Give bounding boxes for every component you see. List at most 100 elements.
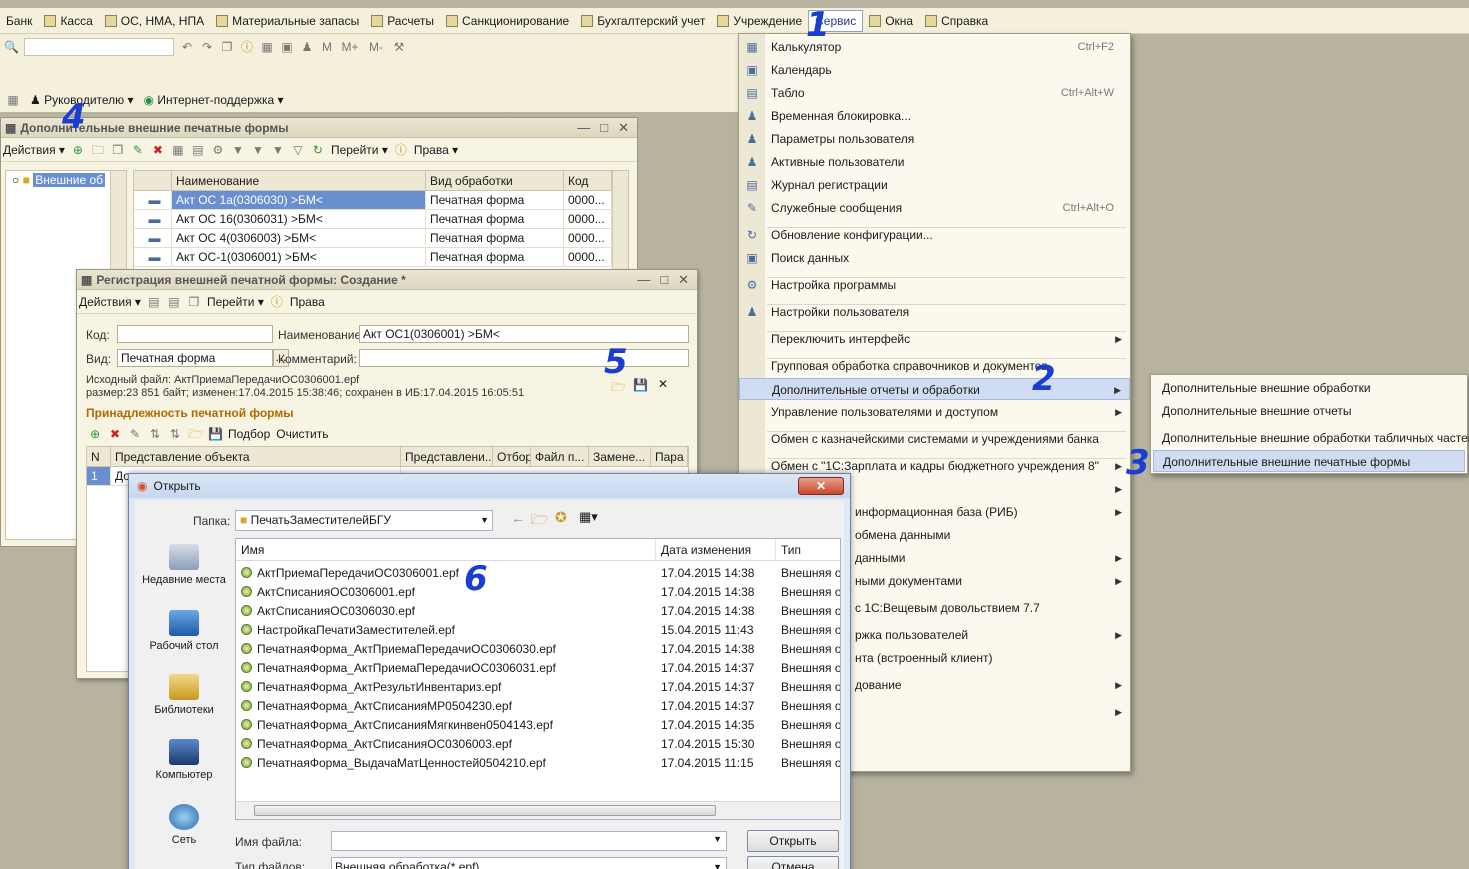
submenu-item-0[interactable]: Дополнительные внешние обработки — [1153, 377, 1465, 399]
help-icon[interactable]: ⓘ — [270, 295, 284, 309]
add-icon[interactable]: ⊕ — [88, 427, 102, 441]
help-icon[interactable]: ⓘ — [394, 143, 408, 157]
rights-button[interactable]: Права — [290, 295, 325, 309]
service-partial-item-7[interactable]: нта (встроенный клиент) — [849, 647, 1130, 669]
file-row[interactable]: НастройкаПечатиЗаместителей.epf 15.04.201… — [236, 621, 840, 640]
file-row[interactable]: ПечатнаяФорма_АктСписанияОС0306003.epf 17… — [236, 735, 840, 754]
memory-mplus-icon[interactable]: M+ — [340, 40, 360, 54]
calculator-icon[interactable]: ▦ — [260, 40, 274, 54]
file-row[interactable]: АктСписанияОС0306001.epf 17.04.2015 14:38… — [236, 583, 840, 602]
menu-3[interactable]: Материальные запасы — [210, 10, 365, 32]
service-item-14[interactable]: Дополнительные отчеты и обработки ▶ — [739, 378, 1130, 400]
search-combo[interactable] — [24, 38, 174, 56]
save-record-icon[interactable]: ▤ — [147, 295, 161, 309]
menu-7[interactable]: Учреждение — [711, 10, 808, 32]
close-icon[interactable]: ✕ — [618, 120, 629, 136]
clear-filter-icon[interactable]: ▽ — [291, 143, 305, 157]
menu-10[interactable]: Справка — [919, 10, 994, 32]
maximize-icon[interactable]: □ — [600, 120, 608, 136]
delete-icon[interactable]: ✖ — [151, 143, 165, 157]
support-button[interactable]: ◉ Интернет-поддержка ▾ — [144, 93, 284, 107]
service-item-11[interactable]: Настройки пользователя — [765, 301, 1130, 323]
goto-menu[interactable]: Перейти ▾ — [207, 295, 264, 309]
minimize-icon[interactable]: — — [577, 120, 590, 136]
delete-icon[interactable]: ✖ — [108, 427, 122, 441]
open-button[interactable]: Открыть — [747, 830, 839, 852]
col-param[interactable]: Пара — [651, 447, 688, 466]
service-item-4[interactable]: Параметры пользователя — [765, 128, 1130, 150]
col-type[interactable]: Тип — [776, 539, 840, 560]
goto-menu[interactable]: Перейти ▾ — [331, 143, 388, 157]
forward-icon[interactable]: ↷ — [200, 40, 214, 54]
copy-item-icon[interactable]: ❐ — [111, 143, 125, 157]
save-file-icon[interactable]: 💾 — [633, 378, 648, 392]
panel-icon[interactable]: ▦ — [6, 93, 20, 107]
menu-6[interactable]: Бухгалтерский учет — [575, 10, 711, 32]
file-row[interactable]: ПечатнаяФорма_ВыдачаМатЦенностей0504210.… — [236, 754, 840, 773]
cancel-button[interactable]: Отмена — [747, 856, 839, 869]
col-filename[interactable]: Имя — [236, 539, 656, 560]
filetype-select[interactable]: Внешняя обработка(*.epf) ▼ — [331, 857, 727, 869]
open-file-icon[interactable]: 🗁 — [188, 427, 203, 441]
file-row[interactable]: АктСписанияОС0306030.epf 17.04.2015 14:38… — [236, 602, 840, 621]
move-icon[interactable]: ⚙ — [211, 143, 225, 157]
service-item-12[interactable]: Переключить интерфейс ▶ — [765, 328, 1130, 350]
calendar-icon[interactable]: ▣ — [280, 40, 294, 54]
file-row[interactable]: ПечатнаяФорма_АктСписанияМР0504230.epf 17… — [236, 697, 840, 716]
horizontal-scrollbar[interactable] — [236, 801, 840, 819]
new-folder-icon[interactable]: ✪ — [555, 509, 567, 526]
edit-icon[interactable]: ✎ — [128, 427, 142, 441]
filter-icon[interactable]: ▼ — [231, 143, 245, 157]
col-date[interactable]: Дата изменения — [656, 539, 776, 560]
save-file-icon[interactable]: 💾 — [208, 427, 223, 441]
table-row[interactable]: ▬ Акт ОС 1а(0306030) >БМ< Печатная форма 00… — [134, 191, 628, 210]
service-item-3[interactable]: Временная блокировка... — [765, 105, 1130, 127]
tools-icon[interactable]: ⚒ — [392, 40, 406, 54]
col-filter[interactable]: Отбор — [493, 447, 531, 466]
service-item-8[interactable]: Обновление конфигурации... — [765, 224, 1130, 246]
back-icon[interactable]: ↶ — [180, 40, 194, 54]
service-item-10[interactable]: Настройка программы — [765, 274, 1130, 296]
service-partial-item-0[interactable]: ▶ — [849, 478, 1130, 500]
place-recent[interactable]: Недавние места — [139, 544, 229, 587]
memory-m-icon[interactable]: M — [320, 40, 334, 54]
file-row[interactable]: ПечатнаяФорма_АктСписанияМягкинвен050414… — [236, 716, 840, 735]
hierarchy-icon[interactable]: ▦ — [171, 143, 185, 157]
copy-item-icon[interactable]: ❐ — [187, 295, 201, 309]
service-item-5[interactable]: Активные пользователи — [765, 151, 1130, 173]
memory-mminus-icon[interactable]: M- — [366, 40, 386, 54]
kind-field[interactable]: Печатная форма — [117, 349, 273, 367]
tree-item[interactable]: ○ ■ Внешние об — [6, 171, 126, 190]
table-row[interactable]: ▬ Акт ОС 4(0306003) >БМ< Печатная форма 000… — [134, 229, 628, 248]
actions-menu[interactable]: Действия ▾ — [79, 295, 141, 309]
refresh-icon[interactable]: ↻ — [311, 143, 325, 157]
place-network[interactable]: Сеть — [139, 804, 229, 847]
comment-field[interactable] — [359, 349, 689, 367]
menu-5[interactable]: Санкционирование — [440, 10, 575, 32]
service-item-9[interactable]: Поиск данных — [765, 247, 1130, 269]
service-partial-item-9[interactable]: ▶ — [849, 701, 1130, 723]
menu-2[interactable]: ОС, НМА, НПА — [99, 10, 210, 32]
service-partial-item-2[interactable]: обмена данными — [849, 524, 1130, 546]
place-computer[interactable]: Компьютер — [139, 739, 229, 782]
menu-9[interactable]: Окна — [863, 10, 919, 32]
folder-combo[interactable]: ■ ПечатьЗаместителейБГУ ▼ — [235, 510, 493, 531]
service-partial-item-3[interactable]: данными ▶ — [849, 547, 1130, 569]
filter-list-icon[interactable]: ▼ — [271, 143, 285, 157]
copy-icon[interactable]: ❐ — [220, 40, 234, 54]
add-folder-icon[interactable]: 🗀 — [91, 143, 105, 157]
info-icon[interactable]: ⓘ — [240, 40, 254, 54]
menu-4[interactable]: Расчеты — [365, 10, 440, 32]
sort-desc-icon[interactable]: ⇅ — [168, 427, 182, 441]
minimize-icon[interactable]: — — [637, 272, 650, 288]
tree-icon[interactable]: ▤ — [191, 143, 205, 157]
submenu-item-2[interactable]: Дополнительные внешние обработки табличн… — [1153, 427, 1469, 449]
users-icon[interactable]: ♟ — [300, 40, 314, 54]
service-item-15[interactable]: Управление пользователями и доступом ▶ — [765, 401, 1130, 423]
col-object[interactable]: Представление объекта — [111, 447, 401, 466]
actions-menu[interactable]: Действия ▾ — [3, 143, 65, 157]
filename-input[interactable]: ▼ — [331, 831, 727, 851]
edit-icon[interactable]: ✎ — [131, 143, 145, 157]
close-icon[interactable]: ✕ — [678, 272, 689, 288]
service-item-16[interactable]: Обмен с казначейскими системами и учрежд… — [765, 428, 1130, 450]
